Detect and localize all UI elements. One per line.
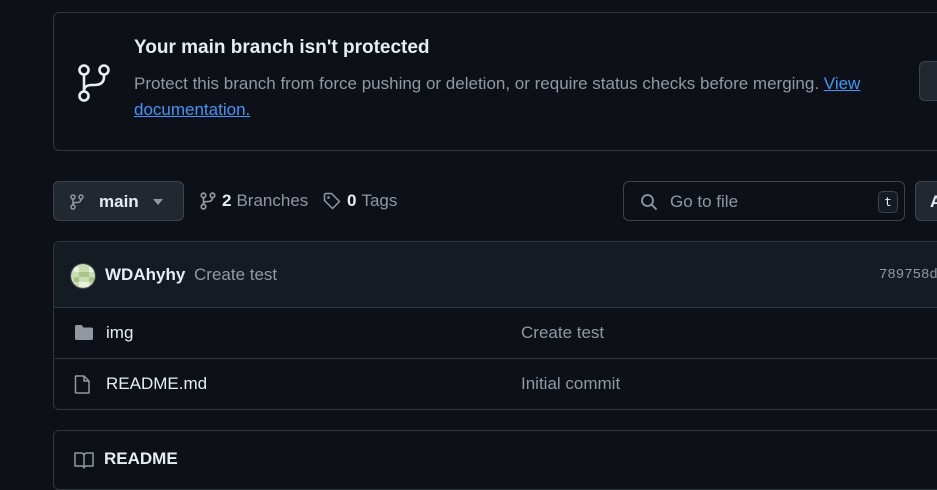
table-row[interactable]: README.md Initial commit — [54, 359, 937, 409]
file-commit-message-link[interactable]: Create test — [521, 323, 604, 343]
file-commit-message-link[interactable]: Initial commit — [521, 374, 620, 394]
branch-selector-button[interactable]: main — [53, 181, 184, 221]
commit-hash-link[interactable]: 789758d — [879, 267, 937, 283]
table-row[interactable]: img Create test — [54, 308, 937, 359]
branch-protection-banner: Your main branch isn't protected Protect… — [53, 12, 937, 151]
current-branch-label: main — [99, 192, 139, 211]
file-name-link[interactable]: README.md — [106, 374, 207, 394]
protect-branch-button[interactable] — [919, 61, 937, 101]
commit-message-link[interactable]: Create test — [194, 265, 277, 285]
book-icon — [74, 452, 94, 469]
go-to-file-input[interactable] — [668, 190, 868, 214]
banner-text: Protect this branch from force pushing o… — [134, 74, 824, 93]
avatar[interactable] — [70, 263, 96, 289]
readme-title[interactable]: README — [104, 449, 178, 469]
readme-section: README — [53, 430, 937, 490]
tags-link[interactable]: 0 Tags — [323, 181, 397, 221]
folder-icon — [75, 325, 93, 340]
file-listing: WDAhyhy Create test 789758d img Create t… — [53, 241, 937, 410]
git-branch-icon — [78, 64, 110, 102]
banner-description: Protect this branch from force pushing o… — [134, 71, 894, 123]
commit-author-link[interactable]: WDAhyhy — [105, 265, 185, 285]
tags-label: Tags — [361, 191, 398, 210]
file-icon — [74, 375, 90, 394]
identicon-avatar — [71, 264, 95, 288]
branches-count: 2 — [222, 191, 232, 210]
caret-down-icon — [153, 199, 163, 205]
go-to-file-search[interactable]: t — [623, 181, 905, 221]
latest-commit-row: WDAhyhy Create test 789758d — [54, 242, 937, 308]
tag-icon — [323, 192, 341, 210]
banner-title: Your main branch isn't protected — [134, 37, 430, 58]
git-branch-icon — [70, 194, 84, 210]
file-name-link[interactable]: img — [106, 323, 133, 343]
add-file-button[interactable]: A — [915, 181, 937, 221]
keyboard-shortcut-hint: t — [878, 191, 898, 213]
branches-label: Branches — [236, 191, 309, 210]
branches-link[interactable]: 2 Branches — [200, 181, 308, 221]
search-icon — [641, 194, 657, 210]
git-branch-icon — [200, 192, 216, 210]
tags-count: 0 — [347, 191, 357, 210]
